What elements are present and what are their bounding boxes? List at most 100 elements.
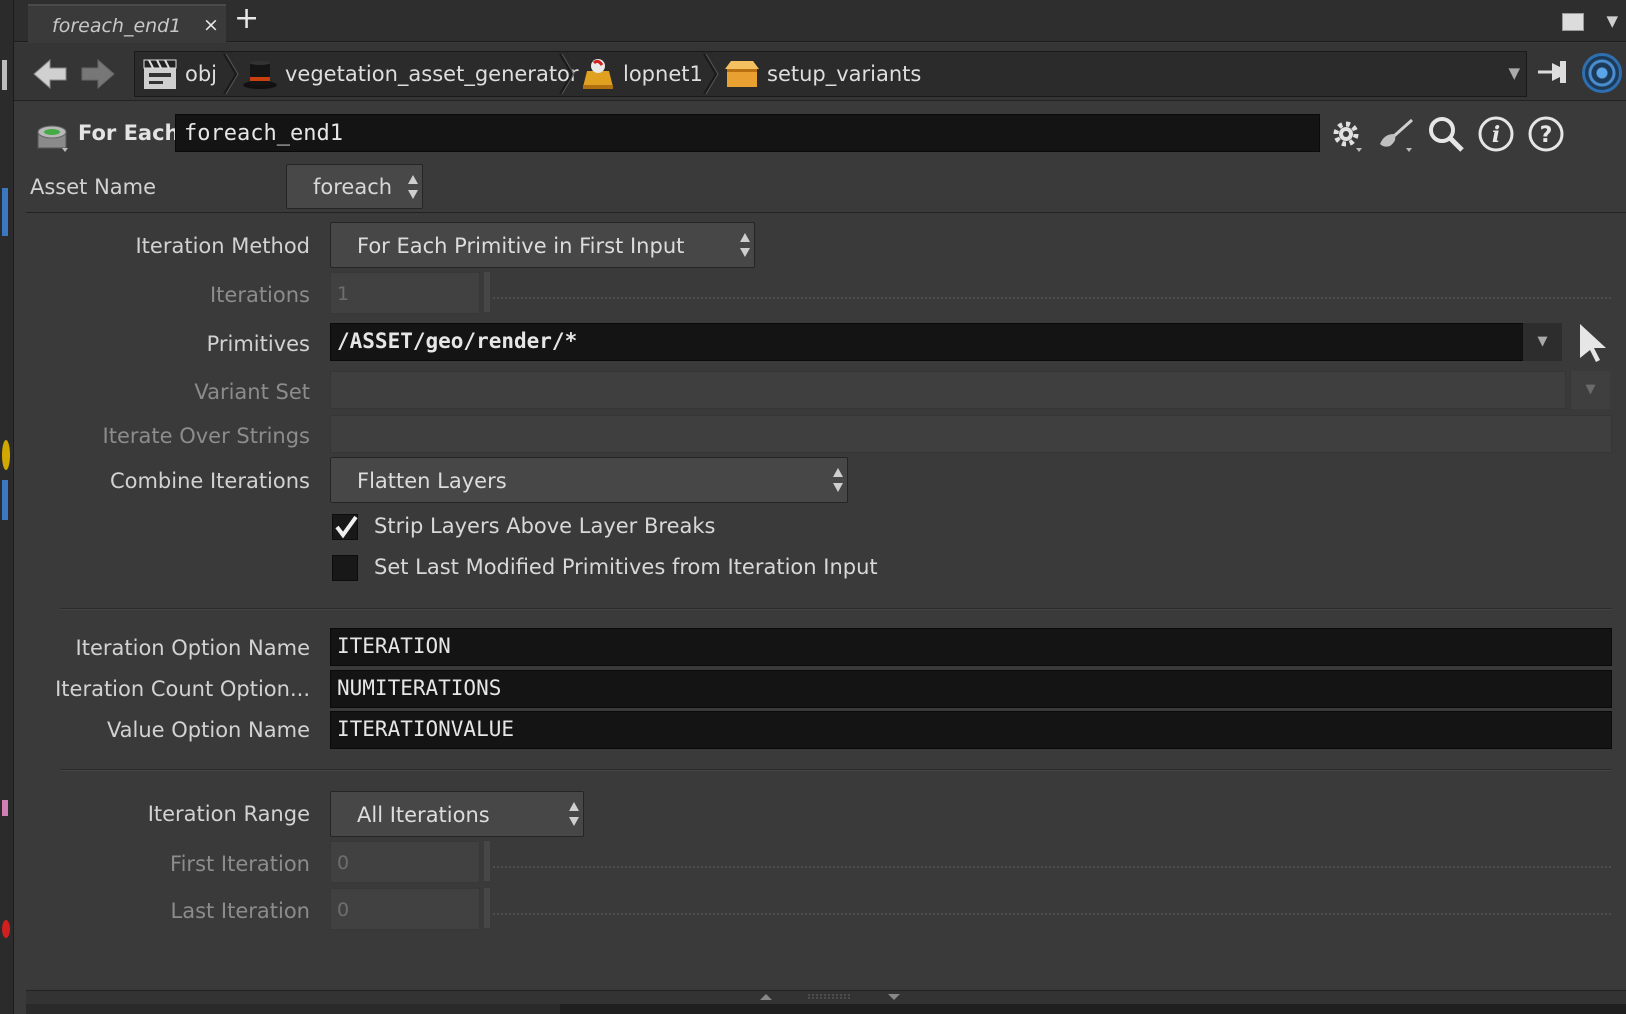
tab-bar: foreach_end1 × + ▼ — [14, 0, 1626, 42]
clapper-icon — [143, 59, 177, 89]
first-iteration-label: First Iteration — [170, 852, 310, 876]
strip-layers-checkbox[interactable] — [332, 514, 358, 540]
iteration-method-label: Iteration Method — [135, 234, 310, 258]
edge-marker — [2, 480, 8, 520]
pin-icon[interactable] — [1536, 57, 1574, 87]
last-iteration-label: Last Iteration — [170, 899, 311, 923]
pane-resize-grip-icon[interactable] — [760, 992, 900, 1002]
svg-text:?: ? — [1540, 123, 1553, 148]
breadcrumb: obj vegetation_asset_generator lopnet1 s… — [134, 51, 1527, 97]
section-divider — [60, 608, 1612, 610]
value-option-name-label: Value Option Name — [106, 718, 310, 742]
iteration-method-menu[interactable]: For Each Primitive in First Input — [330, 222, 755, 268]
primitives-label: Primitives — [206, 332, 310, 356]
iteration-range-value: All Iterations — [357, 803, 490, 827]
edge-marker — [2, 60, 7, 90]
breadcrumb-item-setup-variants[interactable]: setup_variants — [723, 52, 921, 96]
last-iteration-slider-track[interactable] — [493, 913, 1611, 917]
section-divider — [60, 769, 1612, 771]
edge-marker — [2, 440, 10, 470]
lower-pane-edge — [560, 1004, 1626, 1014]
set-last-modified-checkbox[interactable] — [332, 555, 358, 581]
pane-layout-icon[interactable] — [1562, 13, 1584, 31]
asset-name-value: foreach — [313, 175, 393, 199]
iterations-slider-track[interactable] — [493, 297, 1611, 301]
lop-network-icon — [583, 59, 613, 89]
path-history-chevron-icon[interactable]: ▼ — [1508, 64, 1520, 82]
breadcrumb-label: vegetation_asset_generator — [285, 62, 579, 86]
combine-iterations-menu[interactable]: Flatten Layers — [330, 457, 848, 503]
breadcrumb-label: obj — [185, 62, 218, 86]
iterations-field[interactable]: 1 — [330, 272, 480, 314]
asset-name-select[interactable]: foreach — [286, 164, 423, 209]
iteration-option-name-input[interactable]: ITERATION — [330, 628, 1612, 666]
forward-arrow-icon[interactable] — [78, 57, 116, 91]
node-type-label: For Each — [78, 121, 180, 145]
first-iteration-slider-handle[interactable] — [484, 841, 490, 881]
last-iteration-field[interactable]: 0 — [330, 888, 480, 930]
iterations-slider-handle[interactable] — [484, 272, 490, 312]
asset-name-row: Asset Name foreach — [26, 161, 1626, 213]
gear-icon[interactable] — [1326, 114, 1366, 154]
foreach-node-icon[interactable] — [32, 118, 72, 152]
edge-marker — [2, 800, 8, 816]
tab-close-button[interactable]: × — [203, 14, 219, 36]
asset-name-label: Asset Name — [30, 175, 157, 199]
primitives-input[interactable]: /ASSET/geo/render/* — [330, 323, 1556, 361]
info-icon[interactable]: i — [1476, 114, 1516, 154]
subnet-box-icon — [725, 61, 759, 87]
checkmark-icon — [335, 515, 358, 539]
primitives-dropdown-chevron-icon[interactable]: ▼ — [1522, 323, 1562, 361]
variant-set-input[interactable] — [330, 371, 1566, 409]
iteration-count-option-label: Iteration Count Option... — [55, 677, 310, 701]
back-arrow-icon[interactable] — [32, 57, 70, 91]
iterate-over-strings-label: Iterate Over Strings — [102, 424, 310, 448]
set-last-modified-label: Set Last Modified Primitives from Iterat… — [374, 555, 878, 579]
strip-layers-label: Strip Layers Above Layer Breaks — [374, 514, 716, 538]
node-name-input[interactable]: foreach_end1 — [175, 114, 1320, 152]
edge-marker — [2, 188, 8, 236]
add-tab-button[interactable]: + — [234, 3, 259, 35]
breadcrumb-separator — [223, 54, 239, 94]
navigation-bar: obj vegetation_asset_generator lopnet1 s… — [14, 43, 1626, 101]
tab-foreach-end1[interactable]: foreach_end1 × — [28, 4, 226, 42]
value-option-name-input[interactable]: ITERATIONVALUE — [330, 711, 1612, 749]
updown-arrows-icon — [833, 468, 843, 492]
variant-set-label: Variant Set — [194, 380, 310, 404]
left-pane-edge — [0, 0, 14, 1014]
svg-text:i: i — [1492, 122, 1500, 148]
iteration-method-value: For Each Primitive in First Input — [357, 234, 685, 258]
first-iteration-slider-track[interactable] — [493, 866, 1611, 870]
combine-iterations-value: Flatten Layers — [357, 469, 507, 493]
edge-marker — [2, 920, 10, 938]
iteration-count-option-input[interactable]: NUMITERATIONS — [330, 670, 1612, 708]
search-icon[interactable] — [1426, 114, 1466, 154]
first-iteration-field[interactable]: 0 — [330, 841, 480, 883]
variant-set-chevron-icon[interactable]: ▼ — [1570, 371, 1610, 409]
node-header: For Each foreach_end1 i ? — [26, 108, 1626, 160]
iteration-option-name-label: Iteration Option Name — [75, 636, 310, 660]
updown-arrows-icon — [408, 174, 418, 199]
breadcrumb-item-obj[interactable]: obj — [141, 52, 217, 96]
select-pointer-icon[interactable] — [1576, 322, 1610, 362]
breadcrumb-separator — [703, 54, 719, 94]
iteration-range-menu[interactable]: All Iterations — [330, 791, 584, 837]
last-iteration-slider-handle[interactable] — [484, 888, 490, 928]
iteration-range-label: Iteration Range — [147, 802, 310, 826]
target-icon[interactable] — [1582, 53, 1622, 93]
paintbrush-icon[interactable] — [1376, 114, 1416, 154]
help-icon[interactable]: ? — [1526, 114, 1566, 154]
breadcrumb-label: lopnet1 — [623, 62, 703, 86]
pane-menu-chevron-icon[interactable]: ▼ — [1606, 12, 1618, 30]
iterations-label: Iterations — [209, 283, 310, 307]
breadcrumb-item-lopnet1[interactable]: lopnet1 — [579, 52, 703, 96]
iterate-over-strings-input[interactable] — [330, 415, 1612, 453]
tab-label: foreach_end1 — [52, 15, 182, 37]
magic-hat-icon — [243, 61, 277, 89]
breadcrumb-label: setup_variants — [767, 62, 922, 86]
breadcrumb-item-vegetation-asset-generator[interactable]: vegetation_asset_generator — [241, 52, 579, 96]
combine-iterations-label: Combine Iterations — [109, 469, 310, 493]
updown-arrows-icon — [740, 233, 750, 257]
breadcrumb-separator — [559, 54, 575, 94]
updown-arrows-icon — [569, 802, 579, 826]
